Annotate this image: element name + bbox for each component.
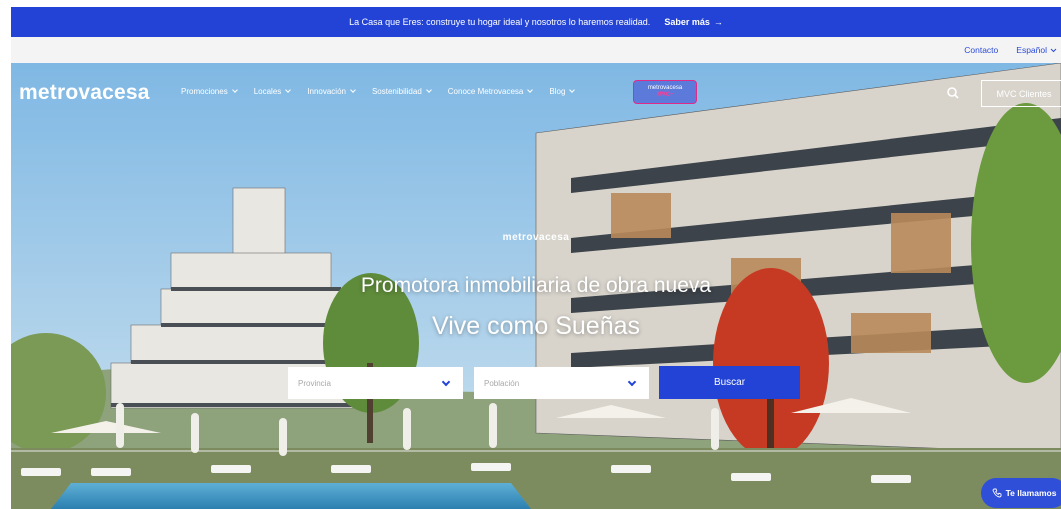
nav-item-label: Conoce Metrovacesa — [447, 87, 524, 96]
logo[interactable]: metrovacesa — [19, 81, 150, 105]
nav-item-label: Blog — [549, 87, 566, 96]
nav-item-label: Locales — [253, 87, 282, 96]
mvc-clientes-button[interactable]: MVC Clientes — [981, 80, 1061, 107]
promo-cta-link[interactable]: Saber más → — [664, 17, 723, 27]
search-submit-button[interactable]: Buscar — [659, 366, 800, 399]
hero-subheadline: Vive como Sueñas — [432, 312, 640, 340]
town-select[interactable]: Población — [474, 367, 649, 399]
nav-item-promociones[interactable]: Promociones — [181, 87, 238, 96]
nav-item-blog[interactable]: Blog — [549, 87, 576, 96]
chevron-down-icon — [527, 87, 534, 93]
main-nav: metrovacesa Promociones Locales Innovaci… — [11, 63, 1061, 123]
badge-bottom-label: MVC+ — [656, 92, 674, 98]
town-placeholder: Población — [484, 378, 520, 388]
nav-item-innovacion[interactable]: Innovación — [307, 87, 356, 96]
nav-item-sostenibilidad[interactable]: Sostenibilidad — [371, 87, 432, 96]
call-me-label: Te llamamos — [1005, 488, 1057, 498]
chevron-down-icon — [350, 87, 356, 93]
hero-section: metrovacesa Promociones Locales Innovaci… — [11, 63, 1061, 509]
nav-item-conoce-metrovacesa[interactable]: Conoce Metrovacesa — [447, 87, 534, 96]
utility-bar: Contacto Español — [11, 37, 1061, 63]
province-select[interactable]: Provincia — [288, 367, 463, 399]
chevron-down-icon — [627, 377, 637, 387]
promo-cta-label: Saber más — [664, 17, 710, 27]
call-me-button[interactable]: Te llamamos — [981, 478, 1061, 508]
badge-top-label: metrovacesa — [647, 85, 683, 92]
nav-item-label: Promociones — [181, 87, 228, 96]
page: La Casa que Eres: construye tu hogar ide… — [11, 0, 1061, 509]
nav-menu: Promociones Locales Innovación Sostenibi… — [181, 87, 576, 96]
language-selector[interactable]: Español — [1016, 45, 1057, 55]
search-icon[interactable] — [945, 85, 961, 101]
promo-banner: La Casa que Eres: construye tu hogar ide… — [11, 7, 1061, 37]
chevron-down-icon — [285, 87, 292, 93]
chevron-down-icon — [425, 87, 432, 93]
province-placeholder: Provincia — [298, 378, 331, 388]
arrow-right-icon: → — [713, 17, 723, 27]
mvc-plus-badge[interactable]: metrovacesa MVC+ — [633, 80, 697, 104]
phone-icon — [992, 488, 1002, 498]
chevron-down-icon — [231, 87, 238, 93]
chevron-down-icon — [441, 377, 451, 387]
nav-item-label: Innovación — [307, 87, 346, 96]
hero-headline: Promotora inmobiliaria de obra nueva — [360, 274, 712, 297]
chevron-down-icon — [1050, 48, 1057, 52]
chevron-down-icon — [569, 87, 576, 93]
nav-item-locales[interactable]: Locales — [253, 87, 292, 96]
promo-text: La Casa que Eres: construye tu hogar ide… — [349, 17, 651, 27]
nav-item-label: Sostenibilidad — [371, 87, 422, 96]
contact-link[interactable]: Contacto — [964, 45, 998, 55]
hero-brand: metrovacesa — [502, 232, 570, 243]
language-label: Español — [1016, 45, 1047, 55]
